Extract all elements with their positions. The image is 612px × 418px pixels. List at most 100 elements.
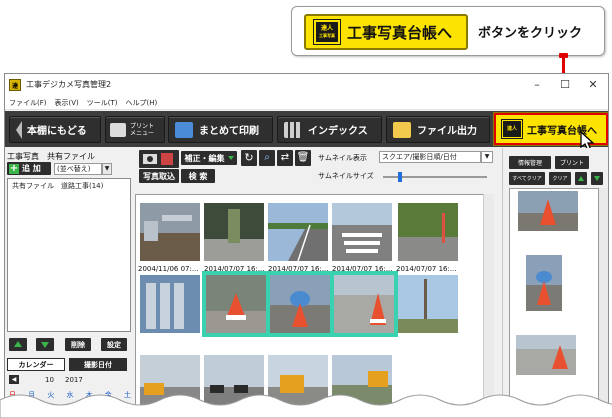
- photo-thumbnail[interactable]: [140, 203, 200, 261]
- arrow-up-icon: [14, 341, 22, 347]
- tatsujin-stamp-icon: 達人 工事写真: [313, 19, 341, 45]
- delete-button[interactable]: 削除: [65, 338, 91, 351]
- photo-tools: 写真取込 補正・編集 検 索 ↻ ⌕ ⇄ 🗑 サムネイル表示 スクエア/撮影日順…: [135, 148, 495, 186]
- photo-thumbnail[interactable]: [398, 275, 458, 333]
- back-to-shelf-label: 本棚にもどる: [27, 126, 87, 137]
- batch-print-button[interactable]: まとめて印刷: [168, 116, 273, 143]
- photo-grid: 2004/11/06 07:... 2014/07/07 16:... 2014…: [135, 194, 494, 417]
- close-button[interactable]: ✕: [579, 77, 607, 93]
- window-title: 工事デジカメ写真管理2: [26, 80, 112, 89]
- back-to-shelf-button[interactable]: 本棚にもどる: [9, 116, 101, 143]
- photo-thumbnail-selected[interactable]: [202, 271, 270, 337]
- menu-tools[interactable]: ツール(T): [83, 96, 122, 109]
- prev-month-button[interactable]: ◀: [9, 375, 19, 384]
- swap-icon[interactable]: ⇄: [277, 150, 293, 166]
- menu-bar: ファイル(F) 表示(V) ツール(T) ヘルプ(H): [5, 96, 608, 110]
- photo-thumbnail[interactable]: [140, 275, 200, 333]
- sort-dropdown-chevron-icon[interactable]: ▼: [102, 163, 112, 175]
- edit-menu-button[interactable]: 補正・編集: [181, 151, 237, 165]
- add-folder-label: 追 加: [22, 164, 41, 173]
- photo-thumbnail[interactable]: [268, 203, 328, 261]
- photo-caption: 2014/07/07 16:...: [204, 265, 265, 273]
- right-print-button[interactable]: プリント: [555, 156, 589, 169]
- menu-view[interactable]: 表示(V): [51, 96, 83, 109]
- clear-button[interactable]: クリア: [549, 172, 571, 185]
- plus-icon: +: [9, 162, 19, 174]
- zoom-icon[interactable]: ⌕: [259, 150, 275, 166]
- tab-shoot-date[interactable]: 撮影日付: [69, 358, 127, 371]
- grid-scrollbar[interactable]: [483, 194, 494, 417]
- photo-thumbnail[interactable]: [332, 203, 392, 261]
- main-toolbar: 本棚にもどる プリント メニュー まとめて印刷 インデックス ファイル出力 達人…: [5, 111, 608, 152]
- index-label: インデックス: [308, 126, 368, 137]
- batch-print-icon: [175, 121, 193, 138]
- arrow-down-icon: [594, 176, 600, 181]
- right-panel: 情報管理 プリント すべてクリア クリア: [502, 148, 608, 417]
- print-menu-button[interactable]: プリント メニュー: [105, 116, 165, 143]
- index-grid-icon: [284, 121, 302, 138]
- batch-print-label: まとめて印刷: [199, 126, 259, 137]
- trash-icon[interactable]: 🗑: [295, 150, 311, 166]
- photo-thumbnail-selected[interactable]: [266, 271, 334, 337]
- tatsujin-stamp-icon: 達人: [501, 119, 523, 139]
- clear-all-button[interactable]: すべてクリア: [509, 172, 545, 185]
- arrow-up-icon: [578, 176, 584, 181]
- file-output-button[interactable]: ファイル出力: [386, 116, 490, 143]
- folder-panel-title: 工事写真 共有ファイル: [7, 152, 95, 161]
- file-output-label: ファイル出力: [417, 126, 477, 137]
- ledger-photo-list: [509, 188, 599, 417]
- ledger-photo[interactable]: [516, 335, 576, 375]
- folder-icon: [393, 121, 411, 138]
- photo-caption: 2014/07/07 16:...: [268, 265, 329, 273]
- app-window: 達 工事デジカメ写真管理2 – ☐ ✕ ファイル(F) 表示(V) ツール(T)…: [4, 73, 609, 418]
- move-up-button[interactable]: [9, 338, 27, 351]
- settings-button[interactable]: 設定: [101, 338, 127, 351]
- print-menu-label-2: メニュー: [130, 129, 155, 137]
- calendar-year: 2017: [65, 376, 83, 384]
- tab-calendar[interactable]: カレンダー: [7, 358, 65, 371]
- calendar-month: 10: [45, 376, 54, 384]
- app-icon: 達: [9, 79, 21, 91]
- import-photos-button[interactable]: 写真取込: [139, 169, 179, 183]
- move-down-button[interactable]: [36, 338, 54, 351]
- photo-caption: 2004/11/06 07:...: [138, 265, 199, 273]
- edit-dropdown-chevron-icon: [227, 156, 234, 160]
- tree-item-shared-folder[interactable]: 共有ファイル 道路工事(14): [12, 181, 103, 191]
- thumb-display-label: サムネイル表示: [318, 154, 367, 162]
- callout-button-label: 工事写真台帳へ: [347, 23, 453, 42]
- photo-thumbnail[interactable]: [398, 203, 458, 261]
- ledger-photo[interactable]: [526, 255, 562, 311]
- minimize-button[interactable]: –: [523, 77, 551, 93]
- info-management-button[interactable]: 情報管理: [509, 156, 551, 169]
- callout-instruction: ボタンをクリック: [478, 26, 583, 41]
- camera-import-icon[interactable]: [139, 150, 179, 168]
- right-move-down-button[interactable]: [591, 172, 603, 185]
- callout-box: 達人 工事写真 工事写真台帳へ ボタンをクリック: [291, 6, 605, 56]
- folder-tree: 共有ファイル 道路工事(14): [7, 178, 131, 332]
- search-button[interactable]: 検 索: [181, 169, 215, 183]
- maximize-button[interactable]: ☐: [551, 77, 579, 93]
- ledger-photo[interactable]: [518, 191, 578, 231]
- menu-file[interactable]: ファイル(F): [5, 96, 51, 109]
- printer-icon: [110, 122, 126, 137]
- photo-caption: 2014/07/07 16:...: [396, 265, 457, 273]
- sort-select[interactable]: (並べ替え): [54, 163, 102, 175]
- back-arrow-icon: [16, 120, 22, 139]
- print-menu-label-1: プリント: [130, 122, 155, 130]
- thumb-size-label: サムネイルサイズ: [318, 172, 374, 180]
- thumb-size-slider-handle[interactable]: [398, 172, 402, 182]
- add-folder-button[interactable]: + 追 加: [7, 162, 51, 175]
- index-button[interactable]: インデックス: [277, 116, 382, 143]
- photo-thumbnail-selected[interactable]: [330, 271, 398, 337]
- thumb-display-select[interactable]: スクエア/撮影日順/日付: [379, 151, 481, 163]
- torn-edge-decoration: [0, 394, 612, 418]
- edit-menu-label: 補正・編集: [184, 153, 225, 163]
- callout-ledger-button-illustration: 達人 工事写真 工事写真台帳へ: [304, 14, 468, 50]
- arrow-down-icon: [41, 342, 49, 348]
- thumb-display-chevron-icon[interactable]: ▼: [481, 151, 493, 163]
- rotate-icon[interactable]: ↻: [241, 150, 257, 166]
- ledger-scrollbar[interactable]: [599, 188, 608, 417]
- right-move-up-button[interactable]: [575, 172, 587, 185]
- menu-help[interactable]: ヘルプ(H): [122, 96, 162, 109]
- photo-thumbnail[interactable]: [204, 203, 264, 261]
